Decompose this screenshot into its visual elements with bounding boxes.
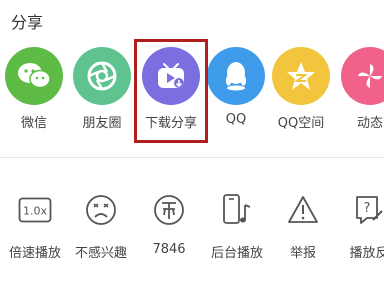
action-label: 举报: [289, 246, 316, 261]
share-label: 动态: [356, 116, 383, 131]
qq-icon: [207, 47, 265, 105]
wechat-icon: [5, 47, 63, 105]
not-interested-icon: [81, 190, 121, 230]
share-qq[interactable]: QQ: [204, 47, 268, 127]
action-playback-feedback[interactable]: ? 播放反: [334, 190, 384, 261]
share-wechat[interactable]: 微信: [2, 47, 66, 131]
share-title: 分享: [11, 13, 44, 32]
action-coin[interactable]: 7846: [134, 190, 204, 257]
speed-icon: 1.0x: [15, 190, 55, 230]
share-qzone[interactable]: QQ空间: [269, 47, 333, 131]
share-label: 朋友圈: [82, 116, 122, 131]
action-label: 倍速播放: [8, 246, 61, 261]
highlight-box: [134, 39, 208, 143]
background-play-icon: [217, 190, 257, 230]
qzone-icon: [272, 47, 330, 105]
svg-text:?: ?: [364, 201, 371, 216]
report-icon: [283, 190, 323, 230]
coin-icon: [149, 190, 189, 230]
actions-row: 1.0x 倍速播放 不感兴趣 7846 后台播放 举报 ? 播放反: [0, 190, 384, 270]
action-label: 后台播放: [210, 246, 263, 261]
action-background-play[interactable]: 后台播放: [202, 190, 272, 261]
action-label: 播放反: [349, 246, 384, 261]
share-label: QQ空间: [277, 116, 325, 131]
action-speed[interactable]: 1.0x 倍速播放: [0, 190, 70, 261]
share-label: 微信: [20, 116, 47, 131]
moments-icon: [73, 47, 131, 105]
divider: [0, 157, 384, 158]
action-report[interactable]: 举报: [268, 190, 338, 261]
action-not-interested[interactable]: 不感兴趣: [66, 190, 136, 261]
action-label: 不感兴趣: [74, 246, 127, 261]
action-label: 7846: [152, 242, 186, 257]
playback-feedback-icon: ?: [349, 190, 384, 230]
share-moments[interactable]: 朋友圈: [70, 47, 134, 131]
moments-pinwheel-icon: [341, 47, 384, 105]
share-label: QQ: [225, 112, 247, 127]
speed-value: 1.0x: [23, 205, 47, 218]
share-dynamic[interactable]: 动态: [338, 47, 384, 131]
